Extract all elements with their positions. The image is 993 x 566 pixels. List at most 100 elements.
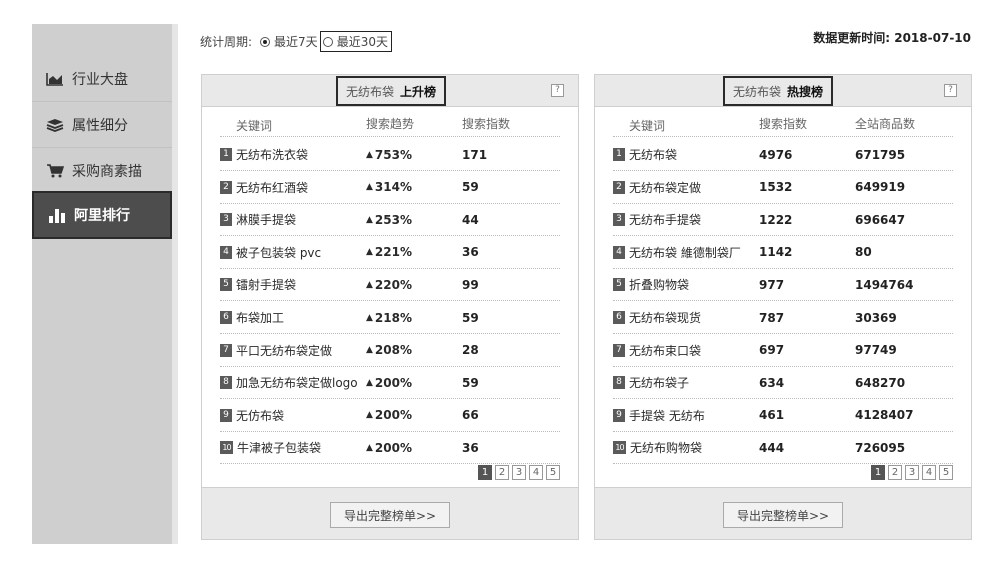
keyword-text: 手提袋 无纺布 xyxy=(629,408,705,423)
keyword-cell: 8 无纺布袋子 xyxy=(613,374,759,391)
period-option-7days[interactable]: 最近7天 xyxy=(260,33,318,50)
keyword-text: 无纺布袋现货 xyxy=(629,311,702,325)
table-row[interactable]: 3 淋膜手提袋 ▲ 253% 44 xyxy=(220,204,560,237)
table-row[interactable]: 1 无纺布洗衣袋 ▲ 753% 171 xyxy=(220,139,560,171)
trend-cell: ▲ 221% xyxy=(366,245,462,259)
rank-badge: 1 xyxy=(220,148,232,161)
sidebar-item-attributes[interactable]: 属性细分 xyxy=(32,102,172,148)
page-button[interactable]: 4 xyxy=(922,465,936,480)
trend-value: 200% xyxy=(374,440,412,455)
sidebar-item-industry[interactable]: 行业大盘 xyxy=(32,56,172,102)
table-row[interactable]: 9 无仿布袋 ▲ 200% 66 xyxy=(220,400,560,432)
cart-icon xyxy=(46,163,64,179)
sidebar-item-label: 行业大盘 xyxy=(72,71,128,88)
column-header: 搜索趋势 xyxy=(366,117,415,131)
page-button[interactable]: 4 xyxy=(529,465,543,480)
search-index-value: 787 xyxy=(759,310,785,325)
sidebar-item-label: 采购商素描 xyxy=(72,163,142,180)
search-index-value: 1532 xyxy=(759,180,793,195)
table-row[interactable]: 5 镭射手提袋 ▲ 220% 99 xyxy=(220,269,560,302)
table-row[interactable]: 4 被子包装袋 pvc ▲ 221% 36 xyxy=(220,237,560,269)
export-button[interactable]: 导出完整榜单>> xyxy=(330,502,450,528)
keyword-text: 折叠购物袋 xyxy=(629,278,690,293)
trend-value: 314% xyxy=(374,180,412,195)
rank-badge: 5 xyxy=(220,278,232,292)
pagination: 12345 xyxy=(868,465,953,480)
keyword-cell: 3 无纺布手提袋 xyxy=(613,211,759,228)
sidebar-item-label: 属性细分 xyxy=(72,117,128,134)
keyword-cell: 6 无纺布袋现货 xyxy=(613,309,759,326)
panel-title-main: 热搜榜 xyxy=(787,84,824,99)
keyword-cell: 2 无纺布袋定做 xyxy=(613,179,759,196)
radio-selected-icon xyxy=(260,36,271,47)
table-row[interactable]: 8 无纺布袋子 634 648270 xyxy=(613,367,953,400)
keyword-cell: 9 无仿布袋 xyxy=(220,407,366,424)
table-row[interactable]: 4 无纺布袋 維德制袋厂 1142 80 xyxy=(613,237,953,269)
arrow-up-icon: ▲ xyxy=(366,279,373,290)
page-button[interactable]: 2 xyxy=(888,465,902,480)
table-row[interactable]: 3 无纺布手提袋 1222 696647 xyxy=(613,204,953,237)
keyword-cell: 6 布袋加工 xyxy=(220,309,366,326)
table-row[interactable]: 1 无纺布袋 4976 671795 xyxy=(613,139,953,171)
keyword-cell: 3 淋膜手提袋 xyxy=(220,211,366,228)
page-button[interactable]: 5 xyxy=(546,465,560,480)
export-button[interactable]: 导出完整榜单>> xyxy=(723,502,843,528)
page-button[interactable]: 1 xyxy=(478,465,492,480)
table-row[interactable]: 5 折叠购物袋 977 1494764 xyxy=(613,269,953,302)
page-button[interactable]: 5 xyxy=(939,465,953,480)
product-count-value: 1494764 xyxy=(855,277,914,292)
help-icon[interactable]: ? xyxy=(944,84,957,97)
page-button[interactable]: 3 xyxy=(905,465,919,480)
period-option-30days[interactable]: 最近30天 xyxy=(319,31,392,52)
trend-cell: ▲ 220% xyxy=(366,278,462,292)
column-header: 关键词 xyxy=(629,119,666,133)
sidebar: 行业大盘 属性细分 采购商素描 阿里排行 xyxy=(32,24,172,544)
trend-value: 220% xyxy=(374,277,412,292)
sidebar-divider xyxy=(172,24,178,544)
search-index-value: 1142 xyxy=(759,245,793,260)
period-selector: 统计周期: 最近7天 最近30天 xyxy=(200,31,392,52)
page-button[interactable]: 2 xyxy=(495,465,509,480)
table-row[interactable]: 6 无纺布袋现货 787 30369 xyxy=(613,302,953,334)
table-row[interactable]: 10 牛津被子包装袋 ▲ 200% 36 xyxy=(220,432,560,465)
table-row[interactable]: 2 无纺布红酒袋 ▲ 314% 59 xyxy=(220,172,560,204)
rank-badge: 10 xyxy=(220,441,233,455)
table-row[interactable]: 10 无纺布购物袋 444 726095 xyxy=(613,432,953,465)
keyword-text: 淋膜手提袋 xyxy=(236,213,297,228)
search-index-value: 171 xyxy=(462,147,488,162)
sidebar-item-ali-ranking[interactable]: 阿里排行 xyxy=(32,191,172,239)
search-index-value: 99 xyxy=(462,277,479,292)
arrow-up-icon: ▲ xyxy=(366,182,373,193)
rank-badge: 6 xyxy=(613,311,625,324)
panel-footer: 导出完整榜单>> xyxy=(595,487,971,539)
page-button[interactable]: 1 xyxy=(871,465,885,480)
search-index-value: 44 xyxy=(462,212,479,227)
table-header: 关键词 搜索趋势 搜索指数 xyxy=(220,115,560,137)
keyword-text: 布袋加工 xyxy=(236,311,285,325)
sidebar-item-buyer-profile[interactable]: 采购商素描 xyxy=(32,148,172,194)
product-count-value: 726095 xyxy=(855,440,906,455)
page-button[interactable]: 3 xyxy=(512,465,526,480)
rank-badge: 2 xyxy=(220,180,232,194)
column-header: 搜索指数 xyxy=(462,117,511,131)
product-count-value: 97749 xyxy=(855,343,897,358)
table-row[interactable]: 7 无纺布束口袋 697 97749 xyxy=(613,335,953,367)
table-row[interactable]: 6 布袋加工 ▲ 218% 59 xyxy=(220,302,560,334)
table-row[interactable]: 7 平口无纺布袋定做 ▲ 208% 28 xyxy=(220,335,560,367)
rank-badge: 4 xyxy=(613,245,625,259)
help-icon[interactable]: ? xyxy=(551,84,564,97)
keyword-text: 无纺布袋定做 xyxy=(629,180,702,195)
arrow-up-icon: ▲ xyxy=(366,149,373,160)
table-row[interactable]: 9 手提袋 无纺布 461 4128407 xyxy=(613,400,953,432)
update-time: 数据更新时间: 2018-07-10 xyxy=(813,29,971,46)
panel-header: 无纺布袋 热搜榜 ? xyxy=(595,75,971,107)
arrow-up-icon: ▲ xyxy=(366,312,373,323)
rank-badge: 9 xyxy=(220,408,232,422)
trend-value: 200% xyxy=(374,375,412,390)
panel-footer: 导出完整榜单>> xyxy=(202,487,578,539)
trend-value: 221% xyxy=(374,245,412,260)
table-row[interactable]: 8 加急无纺布袋定做logo ▲ 200% 59 xyxy=(220,367,560,400)
trend-cell: ▲ 218% xyxy=(366,311,462,325)
rank-badge: 8 xyxy=(220,376,232,390)
table-row[interactable]: 2 无纺布袋定做 1532 649919 xyxy=(613,172,953,204)
